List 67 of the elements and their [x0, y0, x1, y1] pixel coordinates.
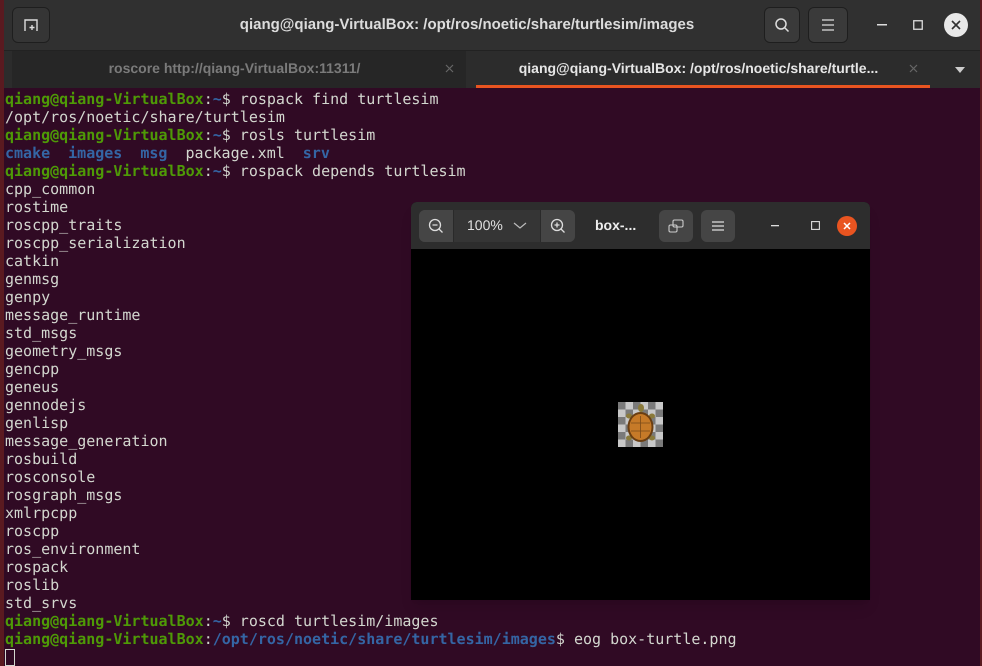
zoom-out-icon [428, 218, 444, 234]
terminal-line: geometry_msgs [4, 342, 122, 360]
zoom-in-button[interactable] [541, 210, 575, 242]
terminal-line: roscpp [4, 522, 60, 540]
maximize-icon [810, 221, 820, 230]
terminal-line: cpp_common [4, 180, 96, 198]
terminal-line: roscpp_serialization [4, 234, 186, 252]
directory-name: msg [140, 144, 168, 162]
directory-name: cmake [5, 144, 50, 162]
new-tab-icon [23, 17, 39, 33]
terminal-line: ros_environment [4, 540, 140, 558]
terminal-line: catkin [4, 252, 60, 270]
terminal-line: genlisp [4, 414, 68, 432]
close-icon [843, 222, 851, 230]
text-cursor [5, 649, 15, 666]
terminal-line: rostime [4, 198, 68, 216]
minimize-icon [877, 24, 887, 26]
menu-icon [712, 220, 724, 230]
terminal-line: rosgraph_msgs [4, 486, 122, 504]
terminal-line: std_msgs [4, 324, 78, 342]
terminal-line: roslib [4, 576, 60, 594]
terminal-line: message_generation [4, 432, 168, 450]
terminal-line: qiang@qiang-VirtualBox:~$ rospack find turtlesim [4, 90, 438, 108]
maximize-icon [913, 20, 923, 30]
terminal-line: rospack [4, 558, 68, 576]
close-button[interactable] [837, 216, 857, 236]
directory-name: images [68, 144, 122, 162]
terminal-tab[interactable]: roscore http://qiang-VirtualBox:11311/ [12, 51, 466, 88]
search-button[interactable] [764, 7, 800, 43]
file-name: package.xml [185, 144, 285, 162]
gallery-button[interactable] [659, 210, 693, 242]
zoom-in-icon [550, 218, 566, 234]
window-title: qiang@qiang-VirtualBox: /opt/ros/noetic/share/turtlesim/images [238, 14, 694, 35]
viewer-title: box-... [595, 216, 638, 235]
turtle-image [618, 402, 663, 447]
terminal-line: xmlrpcpp [4, 504, 78, 522]
terminal-line: /opt/ros/noetic/share/turtlesim [4, 108, 285, 126]
close-button[interactable] [944, 13, 968, 37]
terminal-line: gencpp [4, 360, 60, 378]
search-icon [774, 17, 790, 33]
zoom-out-button[interactable] [419, 210, 453, 242]
menu-button[interactable] [701, 210, 735, 242]
new-tab-button[interactable] [12, 7, 50, 43]
close-tab-icon[interactable] [909, 64, 918, 72]
close-tab-icon[interactable] [445, 64, 454, 72]
terminal-line: gennodejs [4, 396, 86, 414]
terminal-line: genmsg [4, 270, 60, 288]
terminal-line: qiang@qiang-VirtualBox:~$ roscd turtlesim/images [4, 612, 438, 630]
overlapping-rectangles-icon [668, 218, 684, 232]
terminal-line: std_srvs [4, 594, 78, 612]
terminal-line: rosbuild [4, 450, 78, 468]
menu-button[interactable] [808, 7, 848, 43]
terminal-line: rosconsole [4, 468, 96, 486]
terminal-line: qiang@qiang-VirtualBox:~$ rosls turtlesim [4, 126, 376, 144]
menu-icon [821, 19, 835, 31]
terminal-line: geneus [4, 378, 60, 396]
terminal-line: qiang@qiang-VirtualBox:~$ rospack depends turtlesim [4, 162, 466, 180]
terminal-line: genpy [4, 288, 50, 306]
terminal-line: roscpp_traits [4, 216, 122, 234]
chevron-down-icon [513, 222, 527, 229]
zoom-level-dropdown[interactable]: 100% [453, 210, 541, 242]
dropdown-icon [955, 66, 965, 72]
terminal-line: qiang@qiang-VirtualBox:/opt/ros/noetic/share/turtlesim/images$ eog box-turtle.png [4, 630, 737, 648]
directory-name: srv [302, 144, 330, 162]
minimize-icon [771, 224, 779, 226]
terminal-line: message_runtime [4, 306, 140, 324]
close-icon [951, 20, 961, 30]
